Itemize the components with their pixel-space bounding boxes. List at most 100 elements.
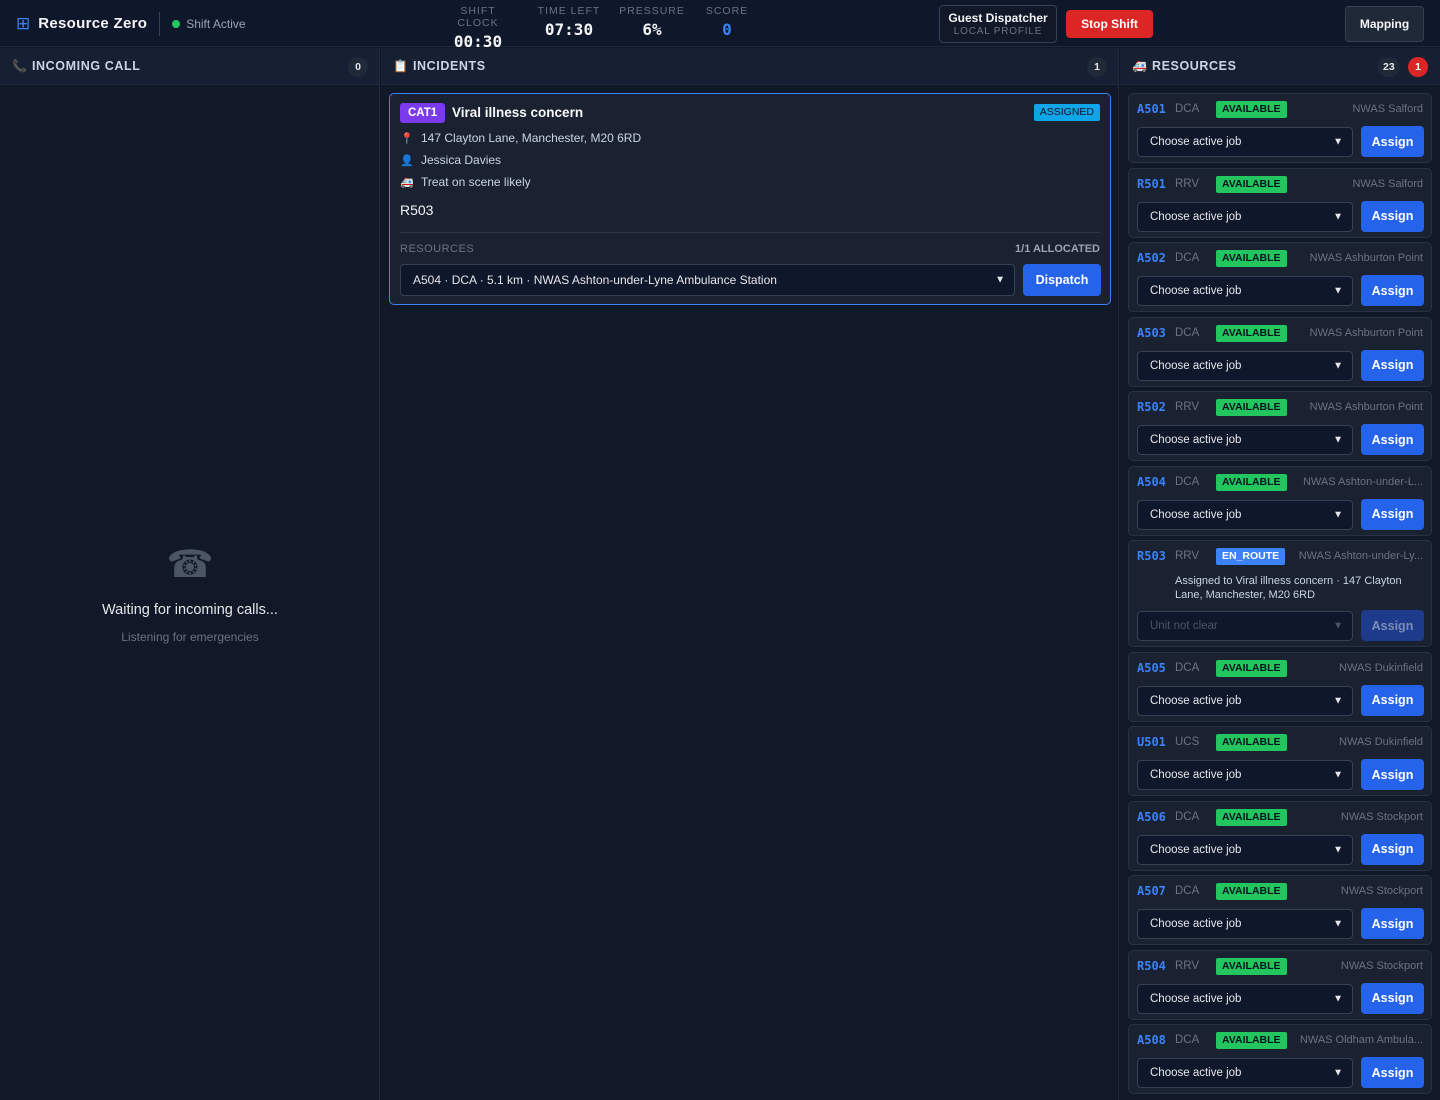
incident-card[interactable]: CAT1 Viral illness concern ASSIGNED 📍 14… xyxy=(389,93,1111,305)
resource-card: R504 RRV AVAILABLE NWAS Stockport Choose act… xyxy=(1128,949,1432,1020)
job-select-value: Choose active job xyxy=(1150,136,1242,148)
stat-label: TIME LEFT xyxy=(537,5,601,17)
job-select-value: Unit not clear xyxy=(1150,620,1218,632)
stat-label: SCORE xyxy=(705,5,749,17)
resource-station: NWAS Oldham Ambula... xyxy=(1299,1034,1423,1046)
resource-id: R502 xyxy=(1137,400,1166,414)
job-select[interactable]: Choose active job ▼ xyxy=(1137,201,1353,232)
patient-text: Jessica Davies xyxy=(421,153,502,167)
assign-button[interactable]: Assign xyxy=(1361,684,1424,716)
shift-status: Shift Active xyxy=(186,16,246,31)
job-select[interactable]: Choose active job ▼ xyxy=(1137,983,1353,1014)
job-select-value: Choose active job xyxy=(1150,694,1242,707)
job-select-value: Choose active job xyxy=(1150,918,1242,930)
incident-disposition: 🚑 Treat on scene likely xyxy=(400,175,531,189)
resource-select[interactable]: A504 · DCA · 5.1 km · NWAS Ashton-under-… xyxy=(400,264,1015,296)
resource-station: NWAS Stockport xyxy=(1340,885,1423,897)
grid-logo-icon: ⊞ xyxy=(16,14,31,33)
resource-card: R502 RRV AVAILABLE NWAS Ashburton Point Choo… xyxy=(1128,391,1432,461)
category-badge: CAT1 xyxy=(400,103,446,123)
status-dot-icon xyxy=(172,19,181,28)
stop-shift-button[interactable]: Stop Shift xyxy=(1066,10,1153,38)
resource-station: NWAS Stockport xyxy=(1340,959,1423,972)
status-badge: AVAILABLE xyxy=(1216,1032,1287,1049)
chevron-down-icon: ▼ xyxy=(1333,695,1343,706)
status-badge: AVAILABLE xyxy=(1216,659,1287,677)
job-select[interactable]: Choose active job ▼ xyxy=(1137,276,1353,306)
stat-value: 07:30 xyxy=(544,20,594,39)
assign-button[interactable]: Assign xyxy=(1361,200,1424,232)
resource-type: DCA xyxy=(1175,810,1200,823)
panel-title: INCOMING CALL xyxy=(31,59,141,73)
assign-button[interactable]: Assign xyxy=(1361,610,1424,641)
assign-button[interactable]: Assign xyxy=(1361,424,1424,455)
job-select[interactable]: Choose active job ▼ xyxy=(1137,909,1353,939)
stat-pressure: PRESSURE 6% xyxy=(619,5,685,39)
job-select[interactable]: Choose active job ▼ xyxy=(1137,127,1353,157)
job-select[interactable]: Choose active job ▼ xyxy=(1137,425,1353,455)
divider xyxy=(400,232,1100,233)
status-badge: AVAILABLE xyxy=(1216,808,1287,826)
assign-button[interactable]: Assign xyxy=(1361,833,1424,865)
assign-button[interactable]: Assign xyxy=(1361,759,1424,790)
job-select[interactable]: Choose active job ▼ xyxy=(1137,834,1353,865)
job-select[interactable]: Choose active job ▼ xyxy=(1137,685,1353,716)
job-select[interactable]: Choose active job ▼ xyxy=(1137,760,1353,790)
assign-button[interactable]: Assign xyxy=(1361,498,1424,530)
resource-type: RRV xyxy=(1175,959,1200,972)
assign-button[interactable]: Assign xyxy=(1361,982,1424,1014)
status-badge: AVAILABLE xyxy=(1216,250,1287,267)
resource-station: NWAS Ashton-under-L... xyxy=(1302,475,1423,488)
profile-button[interactable]: Guest Dispatcher LOCAL PROFILE xyxy=(939,5,1057,43)
waiting-state: ☎ Waiting for incoming calls... Listenin… xyxy=(0,546,380,644)
resource-station: NWAS Ashburton Point xyxy=(1309,326,1423,339)
job-select[interactable]: Unit not clear ▼ xyxy=(1137,611,1353,641)
assign-button[interactable]: Assign xyxy=(1361,1057,1424,1088)
incidents-count-badge: 1 xyxy=(1087,57,1107,77)
job-select-value: Choose active job xyxy=(1150,434,1242,446)
panel-title: INCIDENTS xyxy=(412,59,486,73)
job-select-value: Choose active job xyxy=(1150,992,1242,1005)
resource-station: NWAS Salford xyxy=(1352,177,1423,190)
job-select-value: Choose active job xyxy=(1150,285,1242,297)
job-select-value: Choose active job xyxy=(1150,359,1242,372)
assign-button[interactable]: Assign xyxy=(1361,275,1424,306)
resource-card: A508 DCA AVAILABLE NWAS Oldham Ambula... Cho… xyxy=(1128,1024,1432,1094)
allocated-count: 1/1 ALLOCATED xyxy=(1015,243,1100,255)
resource-type: RRV xyxy=(1175,177,1200,190)
resource-id: U501 xyxy=(1137,735,1166,749)
assign-button[interactable]: Assign xyxy=(1361,908,1424,939)
job-select[interactable]: Choose active job ▼ xyxy=(1137,499,1353,530)
resource-id: A501 xyxy=(1137,102,1166,116)
disposition-text: Treat on scene likely xyxy=(421,175,531,189)
resource-type: DCA xyxy=(1175,661,1200,674)
dispatch-button[interactable]: Dispatch xyxy=(1023,264,1101,296)
chevron-down-icon: ▼ xyxy=(1333,360,1343,371)
resource-card: A501 DCA AVAILABLE NWAS Salford Choose activ… xyxy=(1128,93,1432,163)
divider xyxy=(159,11,161,36)
chevron-down-icon: ▼ xyxy=(1333,434,1343,446)
assign-button[interactable]: Assign xyxy=(1361,349,1424,381)
assign-button[interactable]: Assign xyxy=(1361,126,1424,157)
resources-count-badge: 23 xyxy=(1378,57,1400,77)
job-select[interactable]: Choose active job ▼ xyxy=(1137,1058,1353,1088)
resource-type: DCA xyxy=(1175,1034,1200,1046)
stat-shift-clock: SHIFT CLOCK 00:30 xyxy=(438,5,518,51)
stat-score: SCORE 0 xyxy=(704,5,750,39)
status-badge: AVAILABLE xyxy=(1216,734,1287,751)
stat-label: PRESSURE xyxy=(619,5,685,17)
mapping-button[interactable]: Mapping xyxy=(1345,6,1424,42)
resource-card: U501 UCS AVAILABLE NWAS Dukinfield Choose ac… xyxy=(1128,726,1432,796)
status-badge: AVAILABLE xyxy=(1216,101,1287,118)
resource-card: A506 DCA AVAILABLE NWAS Stockport Choose act… xyxy=(1128,800,1432,871)
job-select[interactable]: Choose active job ▼ xyxy=(1137,350,1353,381)
panel-header: 📋 INCIDENTS 1 xyxy=(381,48,1118,85)
top-bar: ⊞ Resource Zero Shift Active SHIFT CLOCK… xyxy=(0,0,1440,51)
resource-list: A501 DCA AVAILABLE NWAS Salford Choose activ… xyxy=(1128,93,1432,1099)
resource-station: NWAS Ashton-under-Ly... xyxy=(1298,550,1423,562)
ambulance-icon: 🚑 xyxy=(400,176,414,189)
resource-type: UCS xyxy=(1175,736,1200,748)
telephone-icon: ☎ xyxy=(166,544,214,586)
resource-station: NWAS Dukinfield xyxy=(1339,661,1423,674)
resource-card: A503 DCA AVAILABLE NWAS Ashburton Point Choo… xyxy=(1128,316,1432,387)
